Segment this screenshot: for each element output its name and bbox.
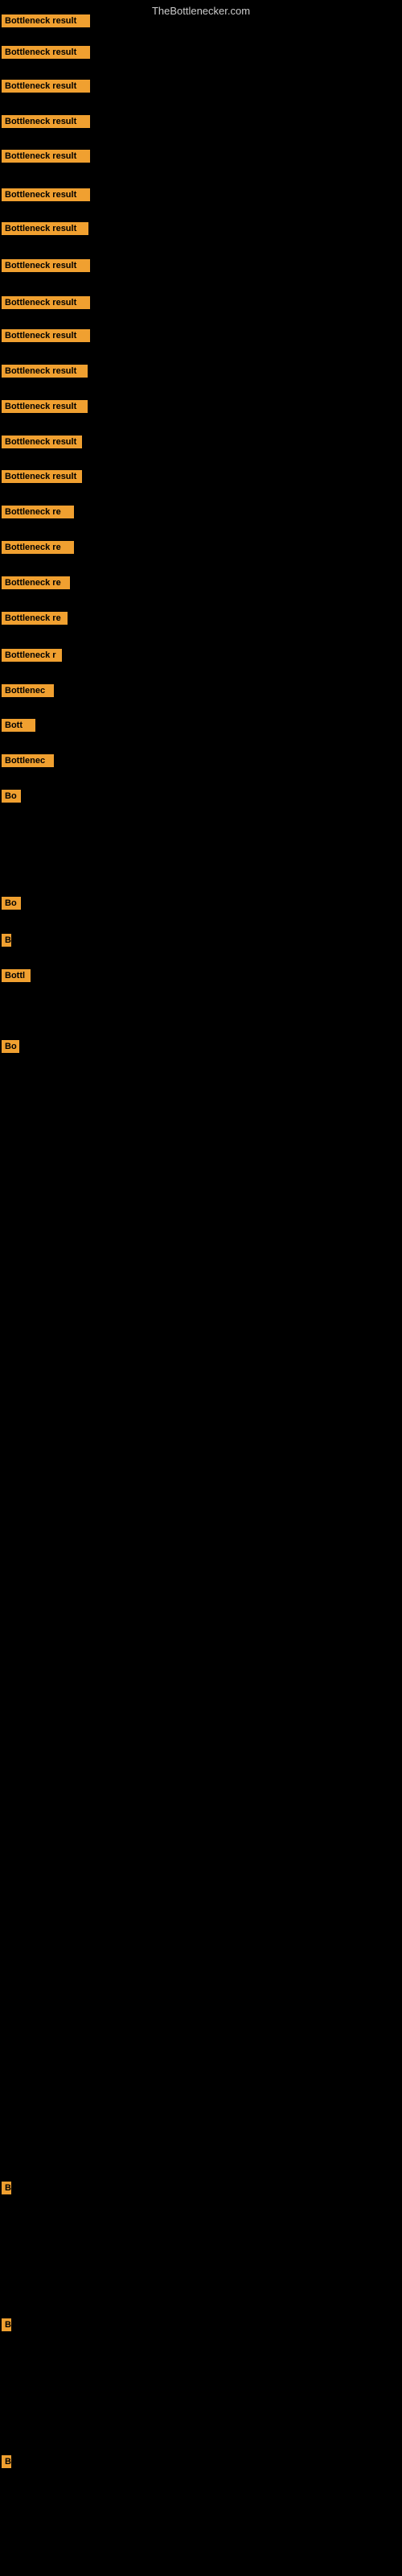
bottleneck-result-label: Bottleneck result	[2, 188, 90, 201]
bottleneck-result-label: Bo	[2, 790, 21, 803]
bottleneck-result-label: Bottleneck re	[2, 506, 74, 518]
bottleneck-result-label: Bottleneck re	[2, 612, 68, 625]
bottleneck-result-label: Bottleneck result	[2, 436, 82, 448]
bottleneck-result-label: Bottlenec	[2, 754, 54, 767]
bottleneck-result-label: B	[2, 2318, 11, 2331]
bottleneck-result-label: Bottlenec	[2, 684, 54, 697]
bottleneck-result-label: Bottleneck re	[2, 541, 74, 554]
bottleneck-result-label: B	[2, 2455, 11, 2468]
bottleneck-result-label: Bo	[2, 1040, 19, 1053]
bottleneck-result-label: Bottleneck result	[2, 259, 90, 272]
bottleneck-result-label: Bottleneck result	[2, 46, 90, 59]
bottleneck-result-label: Bottleneck result	[2, 150, 90, 163]
bottleneck-result-label: Bottleneck result	[2, 470, 82, 483]
bottleneck-result-label: Bottleneck result	[2, 365, 88, 378]
bottleneck-result-label: Bottleneck result	[2, 14, 90, 27]
bottleneck-result-label: Bottleneck result	[2, 222, 88, 235]
bottleneck-result-label: Bottleneck r	[2, 649, 62, 662]
bottleneck-result-label: B	[2, 934, 11, 947]
bottleneck-result-label: Bottleneck result	[2, 400, 88, 413]
bottleneck-result-label: Bott	[2, 719, 35, 732]
bottleneck-result-label: Bo	[2, 897, 21, 910]
bottleneck-result-label: Bottleneck result	[2, 80, 90, 93]
bottleneck-result-label: Bottleneck result	[2, 296, 90, 309]
bottleneck-result-label: B	[2, 2182, 11, 2194]
bottleneck-result-label: Bottl	[2, 969, 31, 982]
bottleneck-result-label: Bottleneck result	[2, 329, 90, 342]
bottleneck-result-label: Bottleneck re	[2, 576, 70, 589]
bottleneck-result-label: Bottleneck result	[2, 115, 90, 128]
